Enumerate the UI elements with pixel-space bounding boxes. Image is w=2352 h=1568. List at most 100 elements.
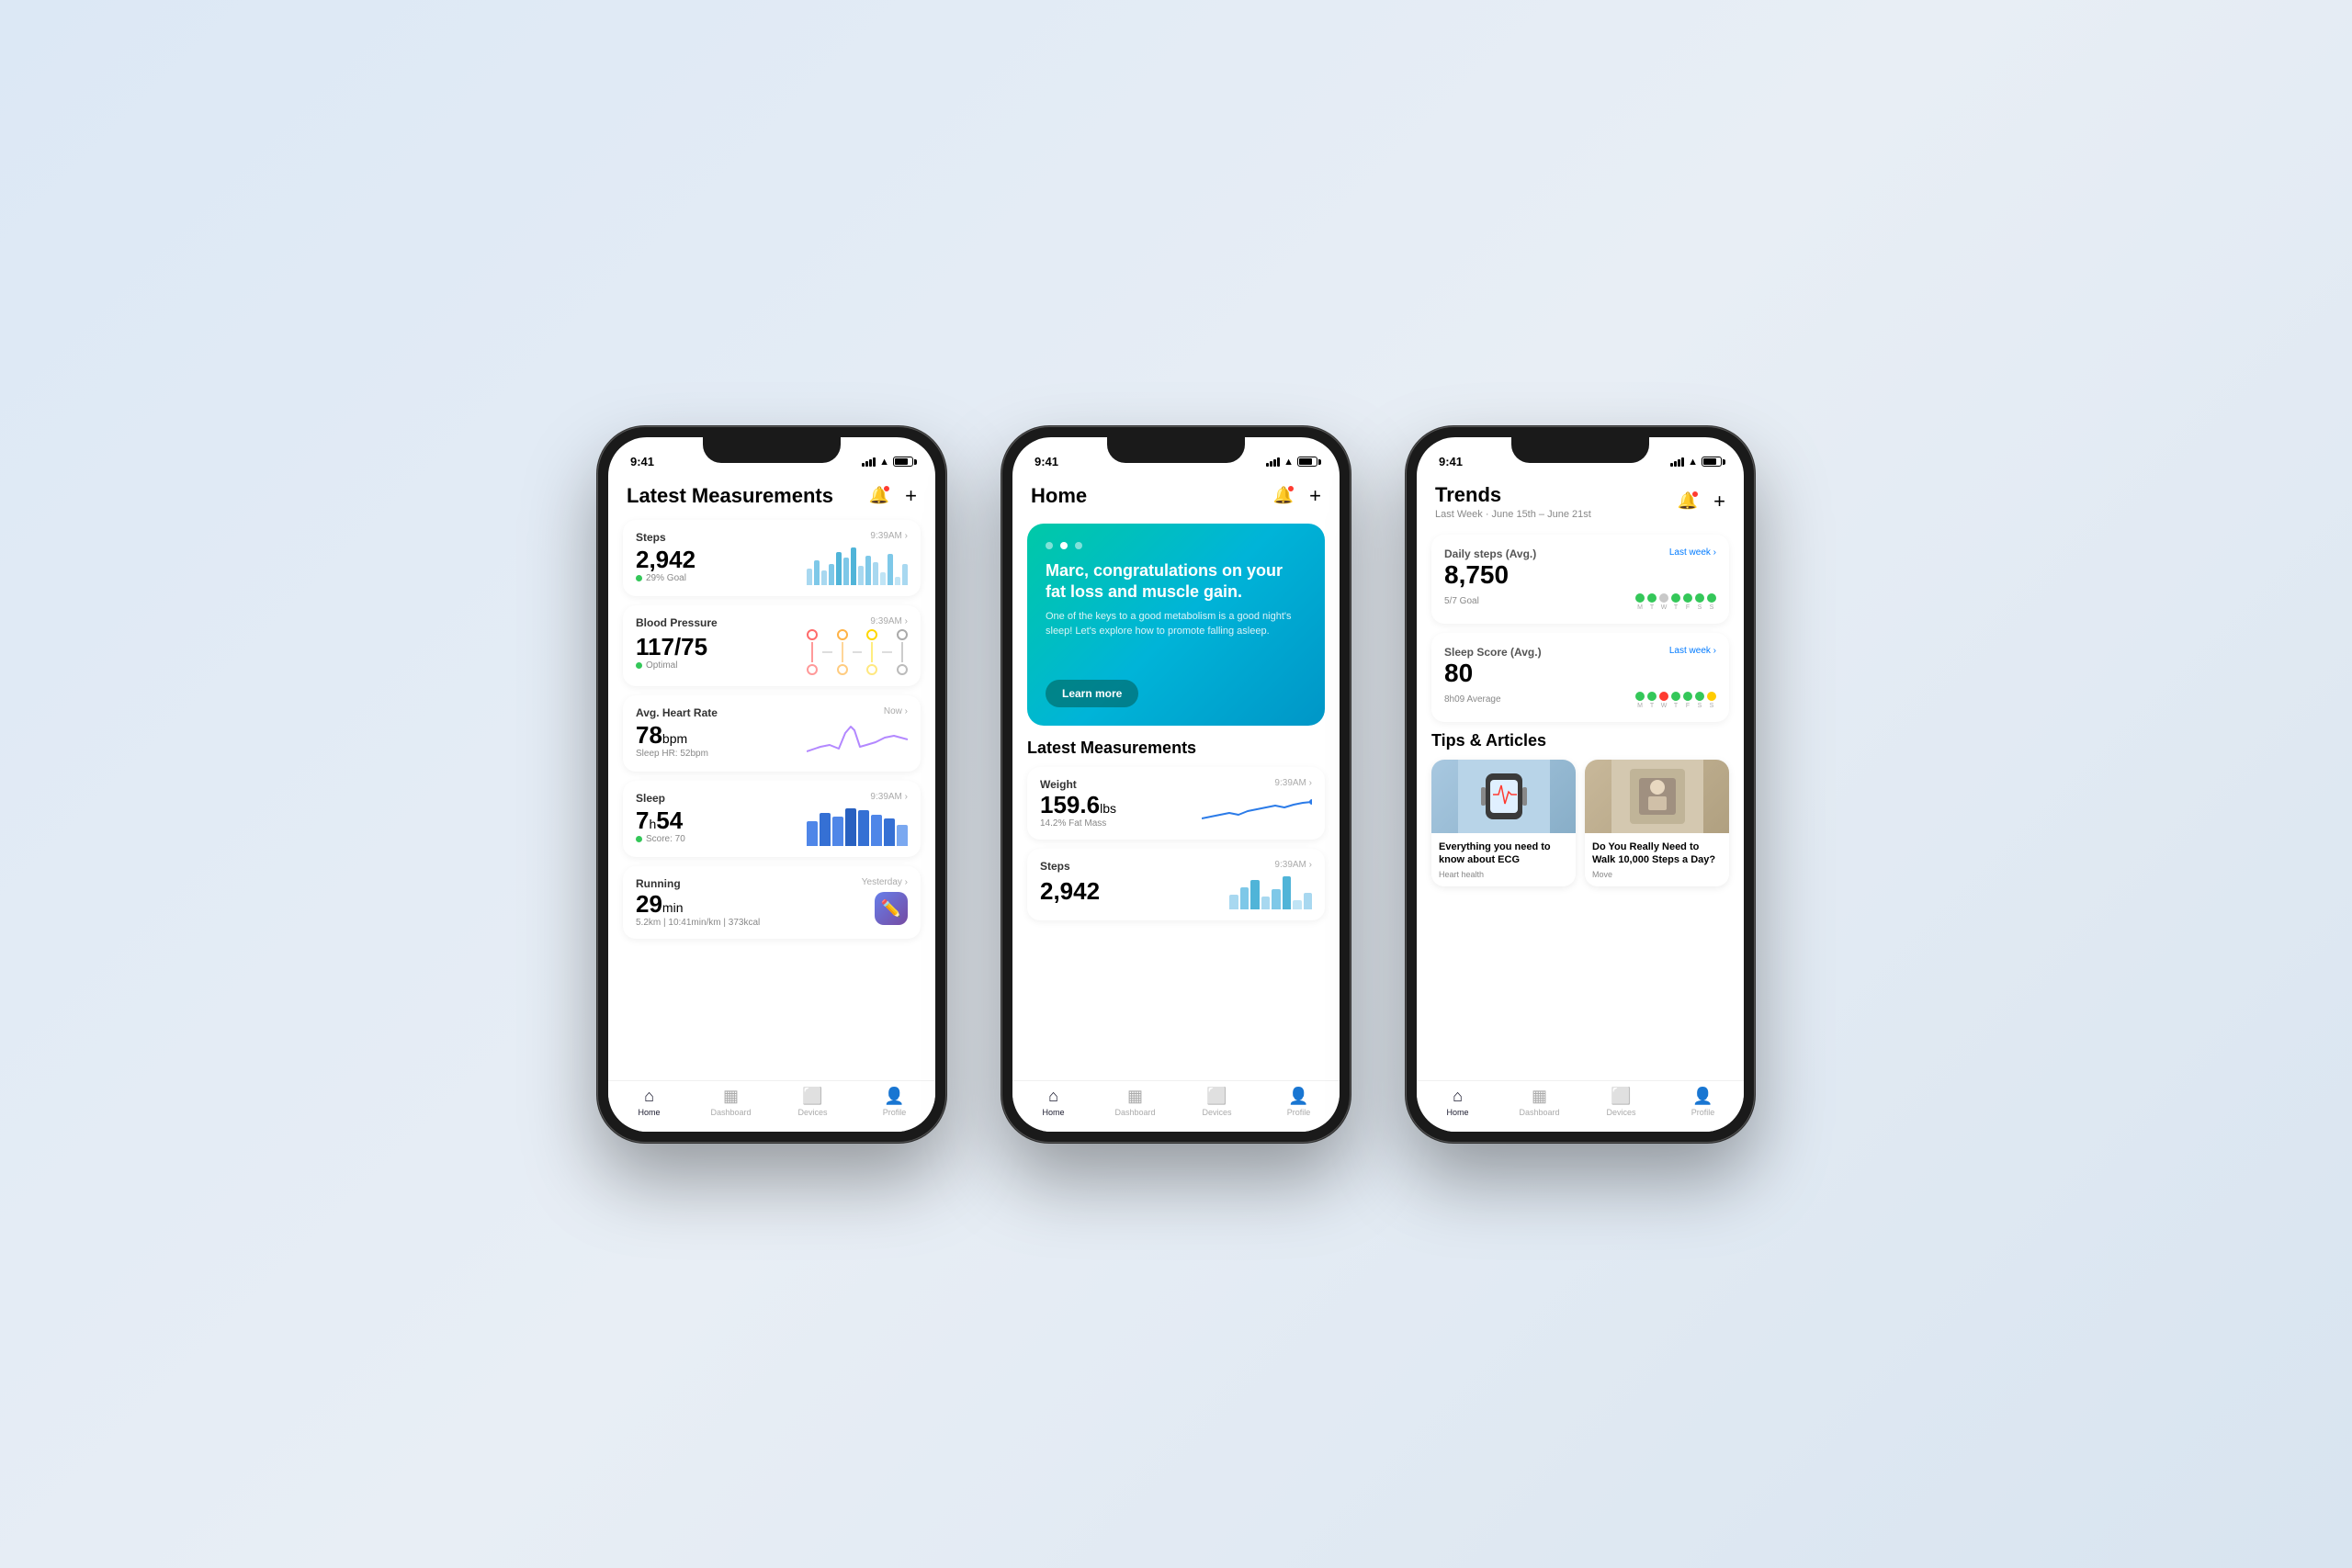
screen-content-3: Daily steps (Avg.) Last week › 8,750 5/7… [1417,527,1744,1080]
nav-icons-3: 🔔 + [1675,489,1725,514]
phone-1: 9:41 ▲ Latest Measureme [597,426,946,1143]
tips-section: Tips & Articles [1417,731,1744,887]
tab-home-2[interactable]: ⌂ Home [1012,1087,1094,1117]
notification-dot-3 [1691,491,1699,498]
tab-profile-3[interactable]: 👤 Profile [1662,1087,1744,1117]
page-title-1: Latest Measurements [627,484,833,508]
measurements-list-1: Steps 9:39AM › 2,942 29% Goal [608,516,935,952]
add-button-2[interactable]: + [1309,484,1321,508]
hr-chart [807,719,908,761]
hero-card[interactable]: Marc, congratulations on your fat loss a… [1027,524,1325,726]
tip-category-ecg: Heart health [1439,870,1568,879]
home-icon-3: ⌂ [1453,1087,1463,1106]
hero-title: Marc, congratulations on your fat loss a… [1046,560,1306,604]
devices-icon-1: ⬜ [802,1087,822,1106]
tip-title-ecg: Everything you need to know about ECG [1439,840,1568,867]
battery-icon-3 [1702,457,1722,467]
notification-dot-1 [883,485,890,492]
bell-button-1[interactable]: 🔔 [866,483,892,509]
status-icons-1: ▲ [862,457,913,468]
dashboard-icon-3: ▦ [1532,1087,1547,1106]
phone-3: 9:41 ▲ Trends Last W [1406,426,1755,1143]
page-subtitle-3: Last Week · June 15th – June 21st [1435,509,1591,520]
screen-content-1: Steps 9:39AM › 2,942 29% Goal [608,516,935,1080]
tab-profile-1[interactable]: 👤 Profile [854,1087,935,1117]
wifi-icon-3: ▲ [1688,457,1698,468]
page-title-3: Trends [1435,483,1591,507]
tip-category-steps: Move [1592,870,1722,879]
status-icons-2: ▲ [1266,457,1317,468]
profile-icon-1: 👤 [884,1087,904,1106]
weight-chart [1202,791,1312,828]
nav-icons-2: 🔔 + [1271,483,1321,509]
signal-icon-2 [1266,457,1280,467]
sleep-chart [807,805,908,846]
profile-icon-2: 👤 [1288,1087,1308,1106]
phones-container: 9:41 ▲ Latest Measureme [597,426,1755,1143]
tab-dashboard-3[interactable]: ▦ Dashboard [1498,1087,1580,1117]
add-button-1[interactable]: + [905,484,917,508]
status-icons-3: ▲ [1670,457,1722,468]
tab-home-3[interactable]: ⌂ Home [1417,1087,1498,1117]
learn-more-button[interactable]: Learn more [1046,680,1138,707]
wifi-icon-2: ▲ [1283,457,1294,468]
hero-dots [1046,542,1306,549]
status-time-1: 9:41 [630,455,654,468]
steps-week-dots [1635,593,1716,603]
bell-button-2[interactable]: 🔔 [1271,483,1296,509]
tips-cards: Everything you need to know about ECG He… [1431,760,1729,887]
nav-icons-1: 🔔 + [866,483,917,509]
steps-chart-2 [1229,873,1312,909]
tab-dashboard-1[interactable]: ▦ Dashboard [690,1087,772,1117]
bp-card[interactable]: Blood Pressure 9:39AM › 117/75 Optimal [623,605,921,686]
tab-devices-2[interactable]: ⬜ Devices [1176,1087,1258,1117]
battery-icon-1 [893,457,913,467]
tab-dashboard-2[interactable]: ▦ Dashboard [1094,1087,1176,1117]
hero-subtitle: One of the keys to a good metabolism is … [1046,610,1306,638]
screen-content-2: Marc, congratulations on your fat loss a… [1012,516,1340,1080]
tab-bar-3: ⌂ Home ▦ Dashboard ⬜ Devices 👤 Profile [1417,1080,1744,1132]
phone-2: 9:41 ▲ Home [1001,426,1351,1143]
steps-card[interactable]: Steps 9:39AM › 2,942 29% Goal [623,520,921,596]
steps-chart-1 [807,544,908,585]
dashboard-icon-1: ▦ [723,1087,739,1106]
tab-bar-2: ⌂ Home ▦ Dashboard ⬜ Devices 👤 Profile [1012,1080,1340,1132]
running-card[interactable]: Running Yesterday › 29min 5.2km | 10:41m… [623,866,921,939]
hr-card[interactable]: Avg. Heart Rate Now › 78bpm Sleep HR: 52… [623,695,921,772]
tip-card-steps[interactable]: Do You Really Need to Walk 10,000 Steps … [1585,760,1729,887]
tab-profile-2[interactable]: 👤 Profile [1258,1087,1340,1117]
bp-chart [807,629,908,675]
steps-card-2[interactable]: Steps 9:39AM › 2,942 [1027,849,1325,920]
weight-card[interactable]: Weight 9:39AM › 159.6lbs 14.2% Fat Mass [1027,767,1325,840]
daily-steps-card[interactable]: Daily steps (Avg.) Last week › 8,750 5/7… [1431,535,1729,624]
sleep-score-card[interactable]: Sleep Score (Avg.) Last week › 80 8h09 A… [1431,633,1729,722]
signal-icon-1 [862,457,876,467]
status-time-2: 9:41 [1035,455,1058,468]
tab-home-1[interactable]: ⌂ Home [608,1087,690,1117]
tip-card-ecg[interactable]: Everything you need to know about ECG He… [1431,760,1576,887]
wifi-icon-1: ▲ [879,457,889,468]
status-time-3: 9:41 [1439,455,1463,468]
sleep-card[interactable]: Sleep 9:39AM › 7h54 Score: 70 [623,781,921,857]
sleep-week-dots [1635,692,1716,701]
running-icon: ✏️ [875,892,908,925]
top-nav-3: Trends Last Week · June 15th – June 21st… [1417,478,1744,527]
notch-3 [1511,437,1649,463]
section-title-measurements: Latest Measurements [1012,739,1340,767]
tip-title-steps: Do You Really Need to Walk 10,000 Steps … [1592,840,1722,867]
dashboard-icon-2: ▦ [1127,1087,1143,1106]
devices-icon-3: ⬜ [1611,1087,1631,1106]
signal-icon-3 [1670,457,1684,467]
top-nav-2: Home 🔔 + [1012,478,1340,516]
tab-bar-1: ⌂ Home ▦ Dashboard ⬜ Devices 👤 Profile [608,1080,935,1132]
ecg-image [1458,760,1550,833]
tips-title: Tips & Articles [1431,731,1729,750]
tab-devices-3[interactable]: ⬜ Devices [1580,1087,1662,1117]
bell-button-3[interactable]: 🔔 [1675,489,1701,514]
tab-devices-1[interactable]: ⬜ Devices [772,1087,854,1117]
add-button-3[interactable]: + [1713,490,1725,513]
notch-2 [1107,437,1245,463]
home-icon-2: ⌂ [1048,1087,1058,1106]
page-title-2: Home [1031,484,1087,508]
top-nav-1: Latest Measurements 🔔 + [608,478,935,516]
